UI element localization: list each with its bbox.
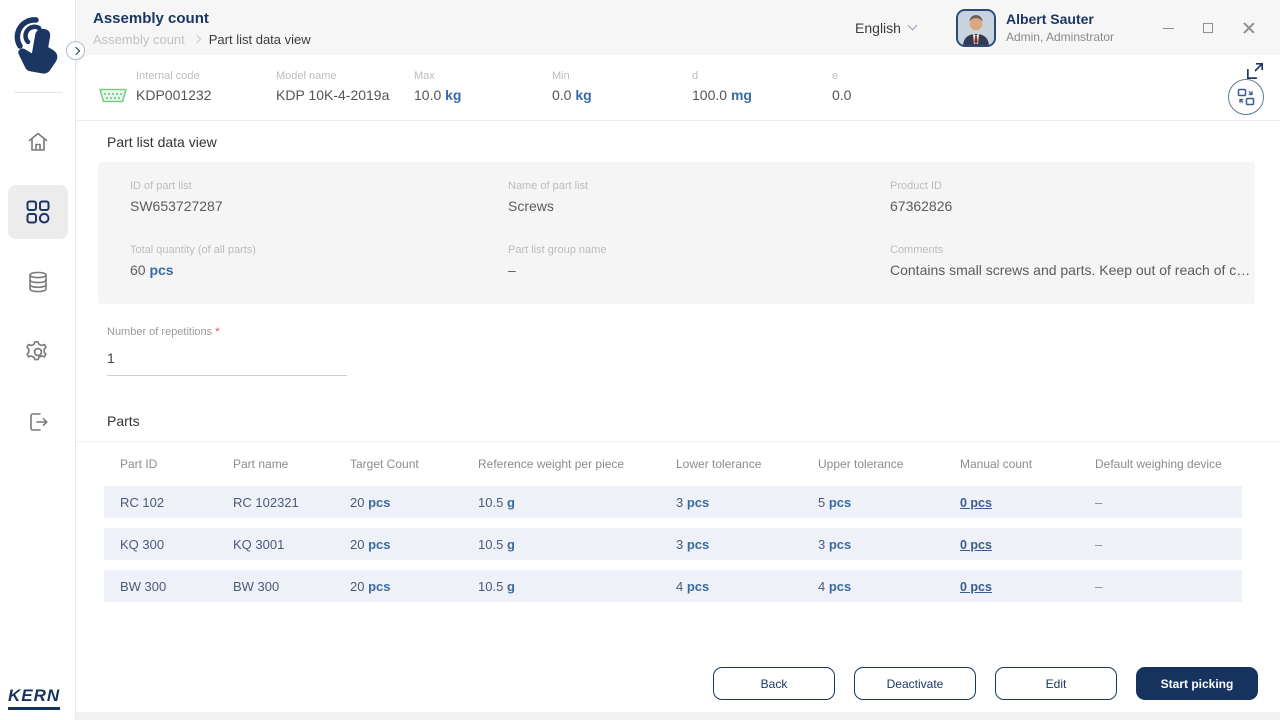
parts-table-header: Part ID Part name Target Count Reference… [120,457,1222,471]
sidebar-divider [13,92,62,93]
page-heading: Part list data view [107,134,217,150]
apps-grid-icon [26,200,50,224]
sidebar-item-logout[interactable] [8,395,68,449]
table-row: KQ 300 KQ 3001 20 pcs 10.5 g 3 pcs 3 pcs… [104,528,1242,560]
sidebar-item-settings[interactable] [8,325,68,379]
user-name: Albert Sauter [1005,11,1094,27]
topbar: Assembly count Assembly count Part list … [76,0,1280,55]
sidebar-item-database[interactable] [8,255,68,309]
repetitions-field: Number of repetitions * [107,322,1280,376]
start-picking-button[interactable]: Start picking [1136,667,1258,700]
device-field-internal-code: Internal code KDP001232 [136,70,212,103]
breadcrumb: Assembly count Part list data view [93,32,311,47]
kern-brand-logo: KERN [8,686,61,710]
user-role: Admin, Adminstrator [1005,30,1114,44]
language-selector[interactable]: English [855,19,918,36]
chevron-down-icon [907,20,918,31]
device-field-min: Min 0.0 kg [552,70,592,103]
device-info-bar: Internal code KDP001232 Model name KDP 1… [76,55,1280,121]
breadcrumb-parent[interactable]: Assembly count [93,32,185,47]
footer-actions: Back Deactivate Edit Start picking [713,667,1258,700]
gear-icon [25,341,47,361]
repetitions-input[interactable] [107,342,347,376]
chevron-right-icon [192,34,202,43]
sidebar: KERN [0,0,85,720]
manual-count-link[interactable]: 0 pcs [960,580,992,594]
switch-device-button[interactable] [1228,79,1264,115]
deactivate-button[interactable]: Deactivate [854,667,976,700]
sidebar-expand-button[interactable] [66,41,85,60]
breadcrumb-current: Part list data view [208,32,311,47]
manual-count-link[interactable]: 0 pcs [960,538,992,552]
maximize-icon[interactable] [1202,21,1216,35]
close-icon[interactable] [1242,21,1256,35]
part-list-details-panel: ID of part list SW653727287 Name of part… [98,162,1255,304]
field-name-of-part-list: Name of part list Screws [508,180,589,214]
home-icon [28,132,47,151]
field-total-quantity: Total quantity (of all parts) 60 pcs [130,244,256,278]
avatar [955,8,996,47]
minimize-icon[interactable] [1162,21,1176,35]
logout-icon [29,413,48,431]
sidebar-item-applications[interactable] [7,185,68,239]
device-field-max: Max 10.0 kg [414,70,462,103]
required-asterisk: * [215,326,220,338]
sidebar-item-home[interactable] [8,115,68,169]
database-icon [28,271,47,293]
language-label: English [855,19,901,36]
table-row: BW 300 BW 300 20 pcs 10.5 g 4 pcs 4 pcs … [104,570,1242,602]
device-field-d: d 100.0 mg [692,70,752,103]
app-title: Assembly count [93,10,209,27]
device-field-model-name: Model name KDP 10K-4-2019a [276,70,390,103]
touch-logo-icon [14,17,57,74]
manual-count-link[interactable]: 0 pcs [960,496,992,510]
table-row: RC 102 RC 102321 20 pcs 10.5 g 3 pcs 5 p… [104,486,1242,518]
edit-button[interactable]: Edit [995,667,1117,700]
field-id-of-part-list: ID of part list SW653727287 [130,180,223,214]
back-button[interactable]: Back [713,667,835,700]
connector-icon [99,88,127,103]
content-card: Internal code KDP001232 Model name KDP 1… [76,55,1280,712]
parts-table: Part ID Part name Target Count Reference… [104,442,1242,602]
switch-device-icon [1237,88,1255,106]
field-group-name: Part list group name – [508,244,607,278]
field-comments: Comments Contains small screws and parts… [890,244,1251,278]
parts-heading: Parts [107,413,140,429]
window-controls [1162,21,1256,35]
user-menu[interactable]: Albert Sauter Admin, Adminstrator [955,8,1114,47]
field-product-id: Product ID 67362826 [890,180,953,214]
device-field-e: e 0.0 [832,70,852,103]
